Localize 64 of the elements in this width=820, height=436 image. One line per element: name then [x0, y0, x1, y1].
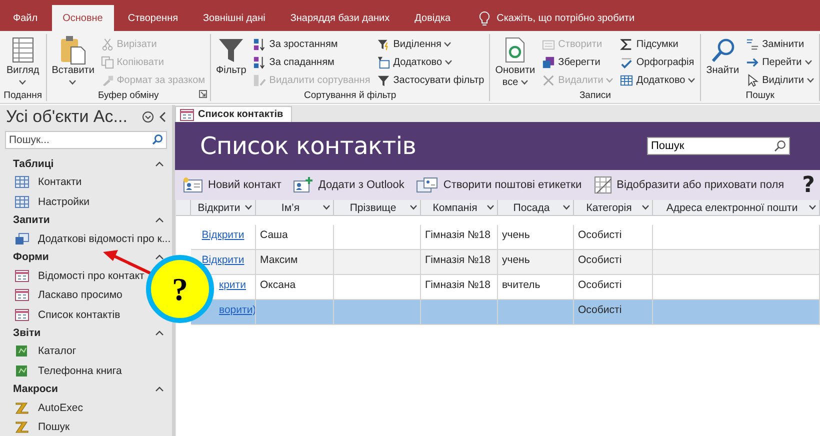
toolbar-button[interactable]: Створити поштові етикетки	[416, 177, 582, 193]
ribbon-button[interactable]: Додатково	[618, 71, 698, 89]
table-cell: Особисті	[574, 250, 653, 275]
table-cell: учень	[498, 250, 574, 275]
column-header[interactable]: Адреса електронної пошти	[653, 200, 820, 216]
column-header[interactable]: Відкрити	[191, 200, 256, 216]
section-header[interactable]: Запити	[0, 212, 172, 230]
ribbon-button[interactable]: Виділення	[375, 35, 486, 53]
ribbon-button[interactable]: Виділити	[744, 71, 816, 89]
ribbon-tab[interactable]: Знаряддя бази даних	[279, 5, 401, 31]
nav-item[interactable]: AutoExec	[0, 398, 172, 418]
table-cell: Особисті	[574, 300, 653, 325]
form-title: Список контактів	[200, 132, 418, 160]
ribbon-button[interactable]: Орфографія	[618, 53, 698, 71]
open-link[interactable]: крити	[219, 279, 246, 291]
column-header[interactable]: Компанія	[421, 200, 498, 216]
ribbon-tab[interactable]: Зовнішні дані	[192, 5, 276, 31]
search-field[interactable]: Пошук	[647, 137, 790, 155]
section-header[interactable]: Звіти	[0, 324, 172, 342]
nav-item[interactable]: Настройки	[0, 192, 172, 212]
group-label: Сортування й фільтр	[304, 90, 396, 101]
column-header[interactable]: Ім’я	[256, 200, 334, 216]
section-header[interactable]: Таблиці	[0, 155, 172, 173]
nav-item[interactable]: Додаткові відомості про к...	[0, 229, 172, 248]
column-header[interactable]: Прізвище	[334, 200, 421, 216]
ribbon-button[interactable]: Перейти	[744, 53, 816, 71]
tell-me-field[interactable]: Скажіть, що потрібно зробити	[496, 12, 635, 24]
ribbon-button[interactable]: Підсумки	[618, 35, 698, 53]
group-label: Пошук	[746, 90, 774, 101]
nav-item[interactable]: Каталог	[0, 342, 172, 362]
toolbar-button[interactable]: Додати з Outlook	[293, 177, 404, 193]
pane-title: Усі об'єкти Ac...	[6, 107, 128, 128]
search-field[interactable]: Пошук...	[5, 131, 167, 150]
group-label: Записи	[579, 90, 611, 101]
column-header[interactable]: Посада	[498, 200, 574, 216]
help-button[interactable]: ?	[802, 172, 815, 198]
ribbon-button[interactable]: Фільтр	[214, 35, 248, 78]
ribbon-button[interactable]: Вигляд	[3, 35, 43, 89]
ribbon-tab[interactable]: Основне	[52, 5, 114, 31]
ribbon-button[interactable]: Зберегти	[540, 53, 616, 71]
open-link[interactable]: Відкрити	[202, 229, 244, 241]
toolbar-button[interactable]: Новий контакт	[183, 177, 282, 193]
ribbon-tab[interactable]: Довідка	[404, 5, 462, 31]
table-cell: Максим	[256, 250, 334, 275]
section-header[interactable]: Макроси	[0, 380, 172, 398]
ribbon-button[interactable]: За спаданням	[251, 53, 372, 71]
ribbon-tab[interactable]: Файл	[2, 5, 49, 31]
ribbon-button[interactable]: Застосувати фільтр	[375, 71, 486, 89]
column-header[interactable]: Категорія	[574, 200, 653, 216]
nav-item[interactable]: Телефонна книга	[0, 361, 172, 381]
nav-item[interactable]: Пошук	[0, 418, 172, 436]
document-tab[interactable]: Список контактів	[175, 106, 292, 122]
toolbar-button[interactable]: Відобразити або приховати поля	[594, 176, 784, 194]
ribbon-button[interactable]: Знайти	[704, 35, 742, 78]
group-label: Буфер обміну	[98, 90, 159, 101]
nav-item[interactable]: Контакти	[0, 172, 172, 192]
ribbon-button[interactable]: Замінити	[744, 35, 816, 53]
group-label: Подання	[4, 90, 42, 101]
ribbon-tab[interactable]: Створення	[116, 5, 190, 31]
table-cell: Гімназія №18	[421, 250, 498, 275]
ribbon-button[interactable]: За зростанням	[251, 35, 372, 53]
ribbon-button[interactable]: Оновити все	[493, 35, 538, 89]
ribbon-button[interactable]: Вставити	[50, 35, 96, 89]
ribbon-button[interactable]: Додатково	[375, 53, 486, 71]
